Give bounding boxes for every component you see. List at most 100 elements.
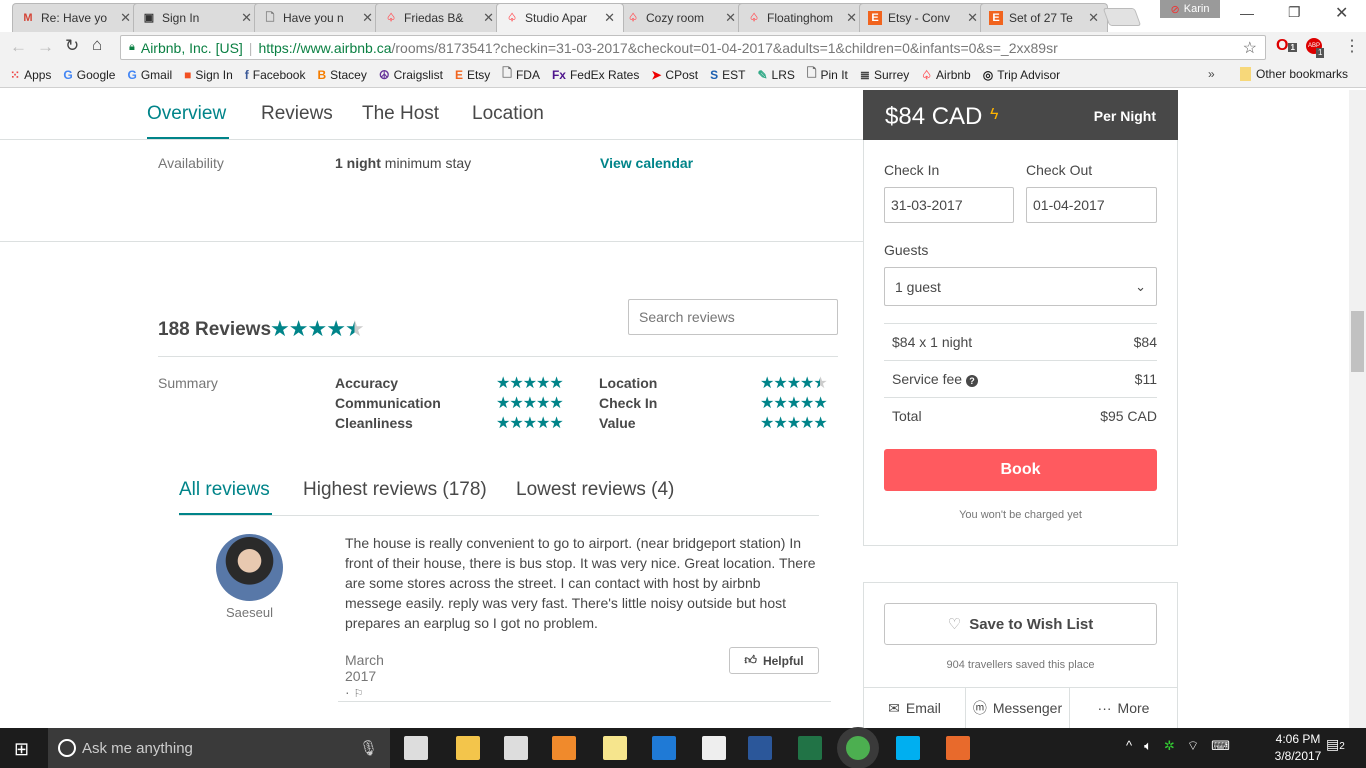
bookmark-item[interactable]: Fx FedEx Rates xyxy=(552,68,639,82)
maximize-button[interactable]: ❐ xyxy=(1288,4,1301,21)
flag-icon[interactable]: ⚐ xyxy=(354,688,364,700)
forward-button[interactable]: → xyxy=(37,37,54,57)
close-tab-icon[interactable]: ✕ xyxy=(967,10,978,26)
nav-reviews[interactable]: Reviews xyxy=(261,103,333,125)
minimize-button[interactable]: — xyxy=(1240,5,1254,21)
category-label: Location xyxy=(599,375,658,391)
bookmark-item[interactable]: ✎ LRS xyxy=(757,68,794,82)
task-view-icon[interactable] xyxy=(404,736,428,760)
reviews-count: 188 Reviews xyxy=(158,319,272,340)
search-reviews-input[interactable]: Search reviews xyxy=(628,299,838,335)
review-filter-lowest[interactable]: Lowest reviews (4) xyxy=(516,479,674,501)
skype-icon[interactable] xyxy=(896,736,920,760)
browser-tab[interactable]: ▣ Sign In ✕ xyxy=(133,3,261,32)
browser-tab[interactable]: ♤ Floatinghom ✕ xyxy=(738,3,866,32)
scrollbar-track[interactable] xyxy=(1349,90,1366,728)
browser-tab[interactable]: ♤ Studio Apar ✕ xyxy=(496,3,624,32)
new-tab-button[interactable] xyxy=(1102,8,1142,26)
browser-tab[interactable]: ♤ Friedas B& ✕ xyxy=(375,3,503,32)
bookmarks-overflow[interactable]: » xyxy=(1208,67,1215,81)
scrollbar-thumb[interactable] xyxy=(1351,311,1364,372)
review-author[interactable]: Saeseul xyxy=(226,605,273,620)
save-to-wishlist-button[interactable]: ♡ Save to Wish List xyxy=(884,603,1157,645)
close-tab-icon[interactable]: ✕ xyxy=(725,10,736,26)
close-tab-icon[interactable]: ✕ xyxy=(483,10,494,26)
sticky-notes-icon[interactable] xyxy=(603,736,627,760)
price-line-total: Total $95 CAD xyxy=(892,408,1157,424)
nav-overview[interactable]: Overview xyxy=(147,103,226,125)
browser-tab[interactable]: E Set of 27 Te ✕ xyxy=(980,3,1108,32)
address-bar[interactable]: 🔒︎ Airbnb, Inc. [US] | https://www.airbn… xyxy=(120,35,1266,60)
airbnb-icon: ♤ xyxy=(628,12,638,24)
close-tab-icon[interactable]: ✕ xyxy=(1088,10,1099,26)
bookmark-item[interactable]: f Facebook xyxy=(245,68,306,82)
browser-tab[interactable]: E Etsy - Conv ✕ xyxy=(859,3,987,32)
excel-icon[interactable] xyxy=(798,736,822,760)
bookmark-item[interactable]: ⁙ Apps xyxy=(10,68,51,82)
browser-tab[interactable]: ♤ Cozy room ✕ xyxy=(617,3,745,32)
bookmark-item[interactable]: E Etsy xyxy=(455,68,490,82)
notifications-button[interactable]: ▤2 xyxy=(1326,736,1345,753)
share-more[interactable]: ··· More xyxy=(1070,688,1177,728)
clock[interactable]: 4:06 PM 3/8/2017 xyxy=(1268,731,1328,765)
bookmark-item[interactable]: ♤ Airbnb xyxy=(921,68,970,82)
close-window-button[interactable]: ✕ xyxy=(1335,3,1348,23)
file-explorer-icon[interactable] xyxy=(456,736,480,760)
start-button[interactable]: ⊞ xyxy=(14,739,29,760)
bookmark-item[interactable]: ☮ Craigslist xyxy=(379,68,443,82)
close-tab-icon[interactable]: ✕ xyxy=(362,10,373,26)
sap-icon: S xyxy=(710,67,719,82)
store-icon[interactable] xyxy=(504,736,528,760)
media-player-icon[interactable] xyxy=(552,736,576,760)
review-filter-all[interactable]: All reviews xyxy=(179,479,270,501)
chrome-icon[interactable] xyxy=(846,736,870,760)
edge-icon[interactable] xyxy=(652,736,676,760)
nav-location[interactable]: Location xyxy=(472,103,544,125)
close-tab-icon[interactable]: ✕ xyxy=(120,10,131,26)
checkin-input[interactable]: 31-03-2017 xyxy=(884,187,1014,223)
bookmark-item[interactable]: ➤ CPost xyxy=(651,68,698,82)
helpful-button[interactable]: 👍︎ Helpful xyxy=(729,647,819,674)
share-email[interactable]: ✉ Email xyxy=(864,688,966,728)
browser-tab[interactable]: M Re: Have yo ✕ xyxy=(12,3,140,32)
guests-select[interactable]: 1 guest ⌄ xyxy=(884,267,1157,306)
bookmark-item[interactable]: ■ Sign In xyxy=(184,68,233,82)
app-icon[interactable] xyxy=(946,736,970,760)
close-tab-icon[interactable]: ✕ xyxy=(604,10,615,26)
reload-button[interactable]: ↻ xyxy=(65,36,79,56)
back-button[interactable]: ← xyxy=(10,37,27,57)
availability-label: Availability xyxy=(158,155,224,171)
cortana-search[interactable]: Ask me anything 🎙︎ xyxy=(48,728,390,768)
category-label: Cleanliness xyxy=(335,415,413,431)
bookmark-item[interactable]: G Google xyxy=(63,68,115,82)
bookmark-item[interactable]: ≣ Surrey xyxy=(860,68,909,82)
close-tab-icon[interactable]: ✕ xyxy=(241,10,252,26)
nav-the-host[interactable]: The Host xyxy=(362,103,439,125)
calculator-icon[interactable] xyxy=(702,736,726,760)
view-calendar-link[interactable]: View calendar xyxy=(600,155,693,171)
review-filter-highest[interactable]: Highest reviews (178) xyxy=(303,479,487,501)
divider xyxy=(884,323,1157,324)
system-tray[interactable]: ^ 🔈︎ ✲ ⌔ ⌨ xyxy=(1126,738,1230,754)
bookmark-item[interactable]: B Stacey xyxy=(317,68,366,82)
other-bookmarks[interactable]: Other bookmarks xyxy=(1240,67,1348,81)
messenger-icon: ⓜ xyxy=(972,700,987,716)
bookmark-item[interactable]: G Gmail xyxy=(127,68,172,82)
adblock-extension-icon[interactable]: ABP 1 xyxy=(1306,38,1325,58)
word-icon[interactable] xyxy=(748,736,772,760)
bookmark-item[interactable]: S EST xyxy=(710,68,745,82)
bookmark-item[interactable]: ◎ Trip Advisor xyxy=(983,68,1060,82)
profile-button[interactable]: ⊘ Karin xyxy=(1160,0,1220,18)
menu-icon[interactable]: ⋮ xyxy=(1344,36,1360,56)
book-button[interactable]: Book xyxy=(884,449,1157,491)
close-tab-icon[interactable]: ✕ xyxy=(846,10,857,26)
bookmark-item[interactable]: 🗋︎ Pin It xyxy=(807,64,848,85)
opera-extension-icon[interactable]: O1 xyxy=(1276,37,1297,55)
share-messenger[interactable]: ⓜ Messenger xyxy=(966,688,1070,728)
browser-tab[interactable]: 🗋︎ Have you n ✕ xyxy=(254,3,382,32)
checkout-input[interactable]: 01-04-2017 xyxy=(1026,187,1157,223)
home-button[interactable]: ⌂ xyxy=(92,35,102,55)
help-icon[interactable]: ? xyxy=(965,375,978,387)
bookmark-item[interactable]: 🗋︎ FDA xyxy=(502,64,540,85)
bookmark-star-icon[interactable]: ☆ xyxy=(1243,38,1257,58)
